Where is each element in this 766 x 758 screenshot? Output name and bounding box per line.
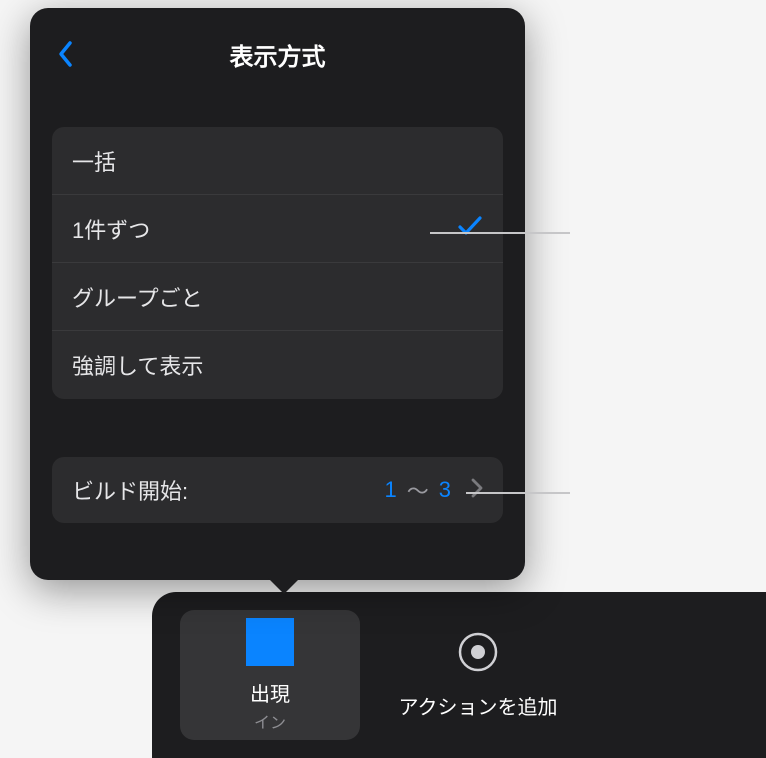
build-start-value: 1 〜 3: [188, 474, 483, 506]
callout-line: [430, 232, 570, 234]
option-label: 強調して表示: [72, 349, 203, 381]
option-label: 1件ずつ: [72, 213, 150, 245]
build-from-number: 1: [384, 477, 396, 503]
popover-title: 表示方式: [230, 37, 326, 72]
build-range-separator: 〜: [407, 474, 429, 506]
add-action-label: アクションを追加: [399, 691, 558, 720]
option-highlighted[interactable]: 強調して表示: [52, 331, 503, 399]
build-to-number: 3: [439, 477, 451, 503]
delivery-options-group: 一括 1件ずつ グループごと 強調して表示: [52, 127, 503, 399]
chevron-right-icon: [471, 478, 483, 503]
build-start-group: ビルド開始: 1 〜 3: [52, 457, 503, 523]
appear-effect-button[interactable]: 出現 イン: [180, 610, 360, 740]
option-label: グループごと: [72, 281, 203, 313]
appear-effect-thumbnail: [246, 618, 294, 666]
bottom-toolbar: 出現 イン アクションを追加: [152, 592, 766, 758]
appear-effect-label: 出現: [250, 678, 290, 707]
option-by-group[interactable]: グループごと: [52, 263, 503, 331]
build-start-label: ビルド開始:: [72, 474, 188, 506]
delivery-popover: 表示方式 一括 1件ずつ グループごと 強調して表示 ビルド開始: 1 〜: [30, 8, 525, 580]
popover-header: 表示方式: [30, 26, 525, 82]
option-all-at-once[interactable]: 一括: [52, 127, 503, 195]
appear-effect-sublabel: イン: [254, 709, 286, 733]
add-action-button[interactable]: アクションを追加: [388, 610, 568, 740]
callout-line: [466, 492, 570, 494]
option-one-at-a-time[interactable]: 1件ずつ: [52, 195, 503, 263]
add-action-icon: [456, 630, 500, 679]
option-label: 一括: [72, 145, 116, 177]
build-start-row[interactable]: ビルド開始: 1 〜 3: [52, 457, 503, 523]
back-button[interactable]: [52, 40, 80, 68]
checkmark-icon: [457, 213, 483, 244]
